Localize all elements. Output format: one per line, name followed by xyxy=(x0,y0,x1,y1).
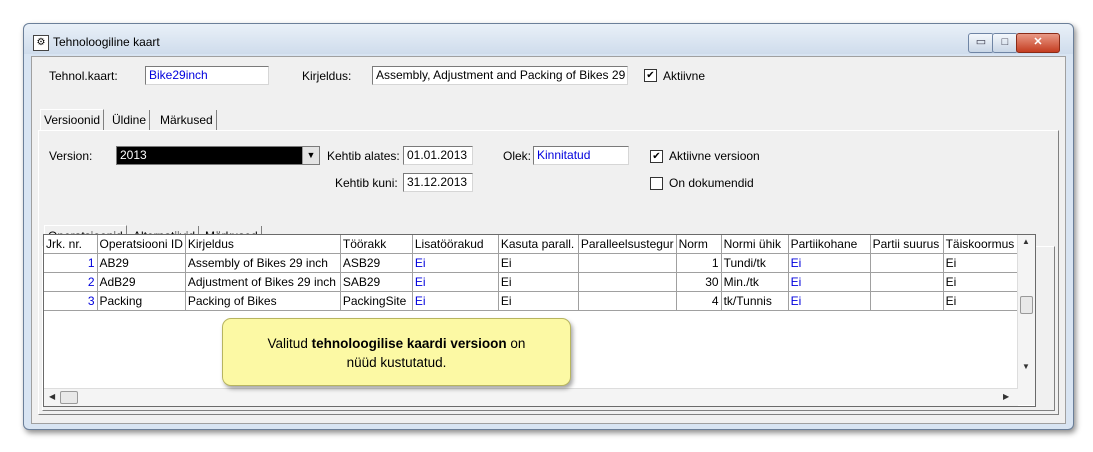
grid-cell[interactable]: SAB29 xyxy=(340,272,413,292)
chevron-down-icon[interactable]: ▼ xyxy=(302,147,319,164)
grid-cell[interactable]: Ei xyxy=(498,272,579,292)
callout-prefix: Valitud xyxy=(267,336,308,351)
maximize-button[interactable]: □ xyxy=(992,33,1018,53)
kehtib-kuni-field[interactable]: 31.12.2013 xyxy=(403,173,473,192)
grid-cell[interactable]: Packing of Bikes xyxy=(185,291,341,311)
kehtib-kuni-label: Kehtib kuni: xyxy=(335,176,398,190)
title-bar[interactable]: ⚙ Tehnoloogiline kaart ▭ □ ✕ xyxy=(24,24,1073,54)
aktiivne-checkbox[interactable]: ✔ xyxy=(644,69,657,82)
grid-cell[interactable]: Tundi/tk xyxy=(721,253,789,273)
tab-markused[interactable]: Märkused xyxy=(157,110,217,130)
grid-column-header[interactable]: Töörakk xyxy=(340,235,413,254)
grid-cell[interactable]: PackingSite xyxy=(340,291,413,311)
grid-cell[interactable] xyxy=(870,291,944,311)
grid-cell[interactable]: 1 xyxy=(44,253,98,273)
grid-vertical-scrollbar[interactable]: ▲ ▼ xyxy=(1017,235,1035,405)
app-gear-icon: ⚙ xyxy=(33,35,49,51)
grid-column-header[interactable]: Norm xyxy=(676,235,722,254)
grid-cell[interactable] xyxy=(578,291,677,311)
aktiivne-versioon-label: Aktiivne versioon xyxy=(669,149,760,163)
on-dokumendid-checkbox[interactable] xyxy=(650,177,663,190)
grid-column-header[interactable]: Paralleelsustegur xyxy=(578,235,677,254)
grid-cell[interactable]: Adjustment of Bikes 29 inch xyxy=(185,272,341,292)
grid-cell[interactable]: Ei xyxy=(943,272,1020,292)
aktiivne-label: Aktiivne xyxy=(663,69,706,83)
grid-cell[interactable]: Ei xyxy=(943,291,1020,311)
grid-cell[interactable]: Ei xyxy=(788,253,871,273)
vertical-scroll-thumb[interactable] xyxy=(1020,296,1033,314)
callout-line2: nüüd kustutatud. xyxy=(346,355,447,370)
grid-cell[interactable] xyxy=(578,272,677,292)
grid-cell[interactable]: 4 xyxy=(676,291,722,311)
horizontal-scroll-thumb[interactable] xyxy=(60,391,78,404)
grid-cell[interactable]: Ei xyxy=(412,272,499,292)
close-button[interactable]: ✕ xyxy=(1016,33,1060,53)
tehnol-kaart-field[interactable]: Bike29inch xyxy=(145,66,269,85)
operations-table: Jrk. nr. Operatsiooni ID Kirjeldus Töörakk L… xyxy=(44,235,1020,311)
grid-cell[interactable] xyxy=(578,253,677,273)
tab-versioonid[interactable]: Versioonid xyxy=(40,109,105,130)
table-row[interactable]: 1 AB29 Assembly of Bikes 29 inch ASB29 Ei Ei 1… xyxy=(44,253,1020,273)
table-row[interactable]: 2 AdB29 Adjustment of Bikes 29 inch SAB29 Ei… xyxy=(44,272,1020,292)
grid-cell[interactable] xyxy=(870,272,944,292)
olek-field[interactable]: Kinnitatud xyxy=(533,146,629,165)
grid-cell[interactable]: tk/Tunnis xyxy=(721,291,789,311)
on-dokumendid-label: On dokumendid xyxy=(669,176,754,190)
kirjeldus-field[interactable]: Assembly, Adjustment and Packing of Bike… xyxy=(372,66,628,85)
grid-column-header[interactable]: Jrk. nr. xyxy=(44,235,98,254)
grid-column-header[interactable]: Normi ühik xyxy=(721,235,789,254)
kehtib-alates-label: Kehtib alates: xyxy=(327,149,400,163)
grid-cell[interactable]: Packing xyxy=(97,291,186,311)
version-select[interactable]: 2013 ▼ xyxy=(116,146,320,165)
callout-suffix: on xyxy=(510,336,526,351)
tab-uldine[interactable]: Üldine xyxy=(109,110,151,130)
aktiivne-versioon-checkbox[interactable]: ✔ xyxy=(650,150,663,163)
grid-cell[interactable]: 1 xyxy=(676,253,722,273)
grid-cell[interactable]: Ei xyxy=(943,253,1020,273)
kehtib-alates-field[interactable]: 01.01.2013 xyxy=(403,146,473,165)
grid-cell[interactable]: ASB29 xyxy=(340,253,413,273)
scroll-up-icon[interactable]: ▲ xyxy=(1022,237,1030,246)
kirjeldus-label: Kirjeldus: xyxy=(302,69,352,83)
grid-cell[interactable]: AdB29 xyxy=(97,272,186,292)
grid-horizontal-scrollbar[interactable]: ◀ ▶ xyxy=(44,388,1018,406)
grid-column-header[interactable]: Partii suurus xyxy=(870,235,944,254)
grid-cell[interactable]: Ei xyxy=(498,291,579,311)
grid-cell[interactable]: Ei xyxy=(788,291,871,311)
grid-column-header[interactable]: Täiskoormus xyxy=(943,235,1020,254)
grid-cell[interactable]: Min./tk xyxy=(721,272,789,292)
scroll-right-icon[interactable]: ▶ xyxy=(1003,392,1009,401)
olek-label: Olek: xyxy=(503,149,532,163)
minimize-button[interactable]: ▭ xyxy=(968,33,994,53)
tehnol-kaart-label: Tehnol.kaart: xyxy=(49,69,118,83)
grid-column-header[interactable]: Partiikohane xyxy=(788,235,871,254)
window-title: Tehnoloogiline kaart xyxy=(53,35,160,49)
grid-cell[interactable]: 2 xyxy=(44,272,98,292)
grid-cell[interactable]: AB29 xyxy=(97,253,186,273)
version-label: Version: xyxy=(49,149,93,163)
grid-cell[interactable]: Ei xyxy=(412,253,499,273)
grid-cell[interactable]: Ei xyxy=(412,291,499,311)
callout-bold-text: tehnoloogilise kaardi versioon xyxy=(311,336,507,351)
grid-cell[interactable]: Ei xyxy=(498,253,579,273)
scroll-left-icon[interactable]: ◀ xyxy=(49,392,55,401)
grid-column-header[interactable]: Lisatöörakud xyxy=(412,235,499,254)
table-row[interactable]: 3 Packing Packing of Bikes PackingSite Ei Ei 4… xyxy=(44,291,1020,311)
grid-cell[interactable]: 3 xyxy=(44,291,98,311)
grid-column-header[interactable]: Kasuta parall. xyxy=(498,235,579,254)
grid-column-header[interactable]: Operatsiooni ID xyxy=(97,235,186,254)
grid-header-row: Jrk. nr. Operatsiooni ID Kirjeldus Töörakk L… xyxy=(44,235,1020,254)
info-callout: Valitud tehnoloogilise kaardi versioon o… xyxy=(222,318,571,386)
scroll-down-icon[interactable]: ▼ xyxy=(1022,362,1030,371)
grid-cell[interactable]: Ei xyxy=(788,272,871,292)
grid-cell[interactable] xyxy=(870,253,944,273)
grid-column-header[interactable]: Kirjeldus xyxy=(185,235,341,254)
version-select-value: 2013 xyxy=(120,148,147,162)
grid-cell[interactable]: 30 xyxy=(676,272,722,292)
grid-cell[interactable]: Assembly of Bikes 29 inch xyxy=(185,253,341,273)
